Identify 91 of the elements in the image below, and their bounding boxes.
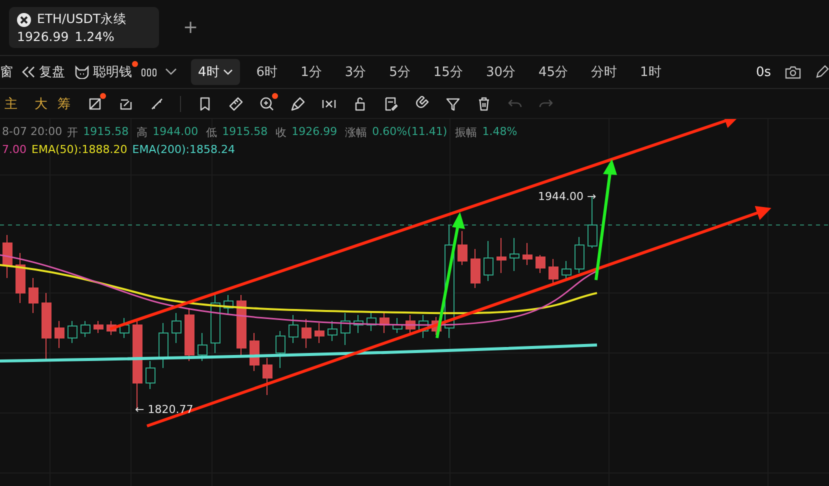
interval-tab[interactable]: 4时 bbox=[191, 59, 240, 85]
candle bbox=[328, 320, 338, 342]
ohlc-label: 高 bbox=[136, 125, 148, 140]
zoom-icon[interactable] bbox=[258, 96, 274, 112]
candle bbox=[366, 310, 376, 332]
price-change: 1.24% bbox=[74, 29, 114, 44]
candle bbox=[406, 314, 416, 336]
ohlc-value: 1944.00 bbox=[152, 125, 198, 140]
ema-value: EMA(200):1858.24 bbox=[132, 143, 235, 156]
toolbar-label[interactable]: 聪明钱 bbox=[93, 63, 132, 81]
ruler-icon[interactable] bbox=[228, 96, 244, 112]
candle bbox=[484, 240, 494, 282]
candle bbox=[236, 294, 246, 356]
symbol-tab[interactable]: ETH/USDT永续 1926.99 1.24% bbox=[9, 7, 159, 48]
candle bbox=[146, 360, 156, 390]
note-icon[interactable] bbox=[382, 96, 398, 112]
interval-tab[interactable]: 分时 bbox=[584, 59, 624, 85]
candle bbox=[314, 322, 324, 344]
ohlc-label: 涨幅 bbox=[345, 125, 368, 140]
interval-tab[interactable]: 6时 bbox=[249, 59, 285, 85]
interval-tab[interactable]: 45分 bbox=[532, 59, 576, 85]
ohlc-value: 1926.99 bbox=[292, 125, 338, 140]
ohlc-label: 振幅 bbox=[455, 125, 478, 140]
candle bbox=[28, 278, 38, 314]
candle bbox=[94, 320, 104, 334]
candle bbox=[16, 252, 26, 304]
candle bbox=[588, 196, 598, 248]
camera-icon[interactable] bbox=[785, 65, 801, 79]
interval-tab[interactable]: 1时 bbox=[633, 59, 668, 85]
ohlc-value: 1915.58 bbox=[222, 125, 268, 140]
candle bbox=[496, 238, 506, 274]
candle bbox=[432, 316, 442, 336]
interval-tab[interactable]: 1分 bbox=[294, 59, 329, 85]
candle bbox=[574, 236, 584, 274]
candle bbox=[470, 248, 480, 288]
candle bbox=[106, 320, 116, 336]
ema-value: 7.00 bbox=[2, 143, 26, 156]
candle bbox=[184, 308, 194, 362]
ohlc-label: 开 bbox=[67, 125, 78, 140]
rewind-icon bbox=[22, 66, 36, 78]
interval-tab[interactable]: 30分 bbox=[478, 59, 522, 85]
candle bbox=[418, 314, 428, 338]
candle bbox=[354, 314, 364, 334]
candle bbox=[54, 320, 64, 348]
last-price: 1926.99 bbox=[17, 29, 69, 44]
overlay-toggle[interactable]: 主 bbox=[3, 94, 19, 112]
candle bbox=[510, 238, 520, 272]
candle bbox=[340, 312, 350, 346]
candle bbox=[380, 312, 390, 334]
ohlc-value: 0.60%(11.41) bbox=[372, 125, 448, 140]
ohlc-value: 1915.58 bbox=[83, 125, 129, 140]
ohlc-value: 1.48% bbox=[482, 125, 518, 140]
cat-icon bbox=[74, 65, 90, 79]
candle-time: 8-07 20:00 bbox=[2, 125, 62, 140]
low-price-label: ← 1820.77 bbox=[135, 403, 194, 416]
indicator-icon[interactable] bbox=[141, 66, 157, 78]
overlay-toggle[interactable]: 筹 bbox=[56, 94, 72, 112]
candle bbox=[68, 320, 78, 344]
candle bbox=[302, 318, 312, 348]
candle bbox=[548, 258, 558, 284]
pencil-icon[interactable] bbox=[815, 65, 829, 79]
ohlc-label: 收 bbox=[276, 125, 287, 140]
high-price-label: 1944.00 → bbox=[538, 190, 596, 203]
overlay-toggle[interactable]: 大 bbox=[33, 94, 49, 112]
candle bbox=[80, 320, 90, 338]
candle bbox=[262, 358, 272, 396]
candle bbox=[536, 254, 546, 274]
toolbar-label[interactable]: 窗 bbox=[0, 63, 13, 81]
add-tab-button[interactable]: + bbox=[179, 17, 202, 38]
symbol-name: ETH/USDT永续 bbox=[37, 11, 126, 28]
candle bbox=[250, 332, 260, 372]
candle bbox=[522, 242, 532, 266]
countdown: 0s bbox=[756, 64, 771, 80]
ema-value: EMA(50):1888.20 bbox=[32, 143, 128, 156]
coin-icon bbox=[17, 12, 31, 26]
candle bbox=[42, 292, 52, 362]
interval-tab[interactable]: 5分 bbox=[382, 59, 418, 85]
filter-icon[interactable] bbox=[444, 96, 460, 112]
candle bbox=[562, 260, 572, 280]
candle bbox=[458, 230, 468, 266]
interval-tab[interactable]: 15分 bbox=[426, 59, 470, 85]
caret-icon[interactable] bbox=[165, 68, 177, 76]
candle bbox=[392, 318, 402, 334]
ohlc-label: 低 bbox=[206, 125, 218, 140]
candle bbox=[172, 312, 182, 344]
caret-icon bbox=[223, 69, 234, 75]
candle bbox=[2, 234, 12, 278]
toolbar-label[interactable]: 复盘 bbox=[39, 63, 65, 81]
brush-icon[interactable] bbox=[290, 96, 306, 112]
candle bbox=[288, 314, 298, 344]
interval-tab[interactable]: 3分 bbox=[338, 59, 374, 85]
